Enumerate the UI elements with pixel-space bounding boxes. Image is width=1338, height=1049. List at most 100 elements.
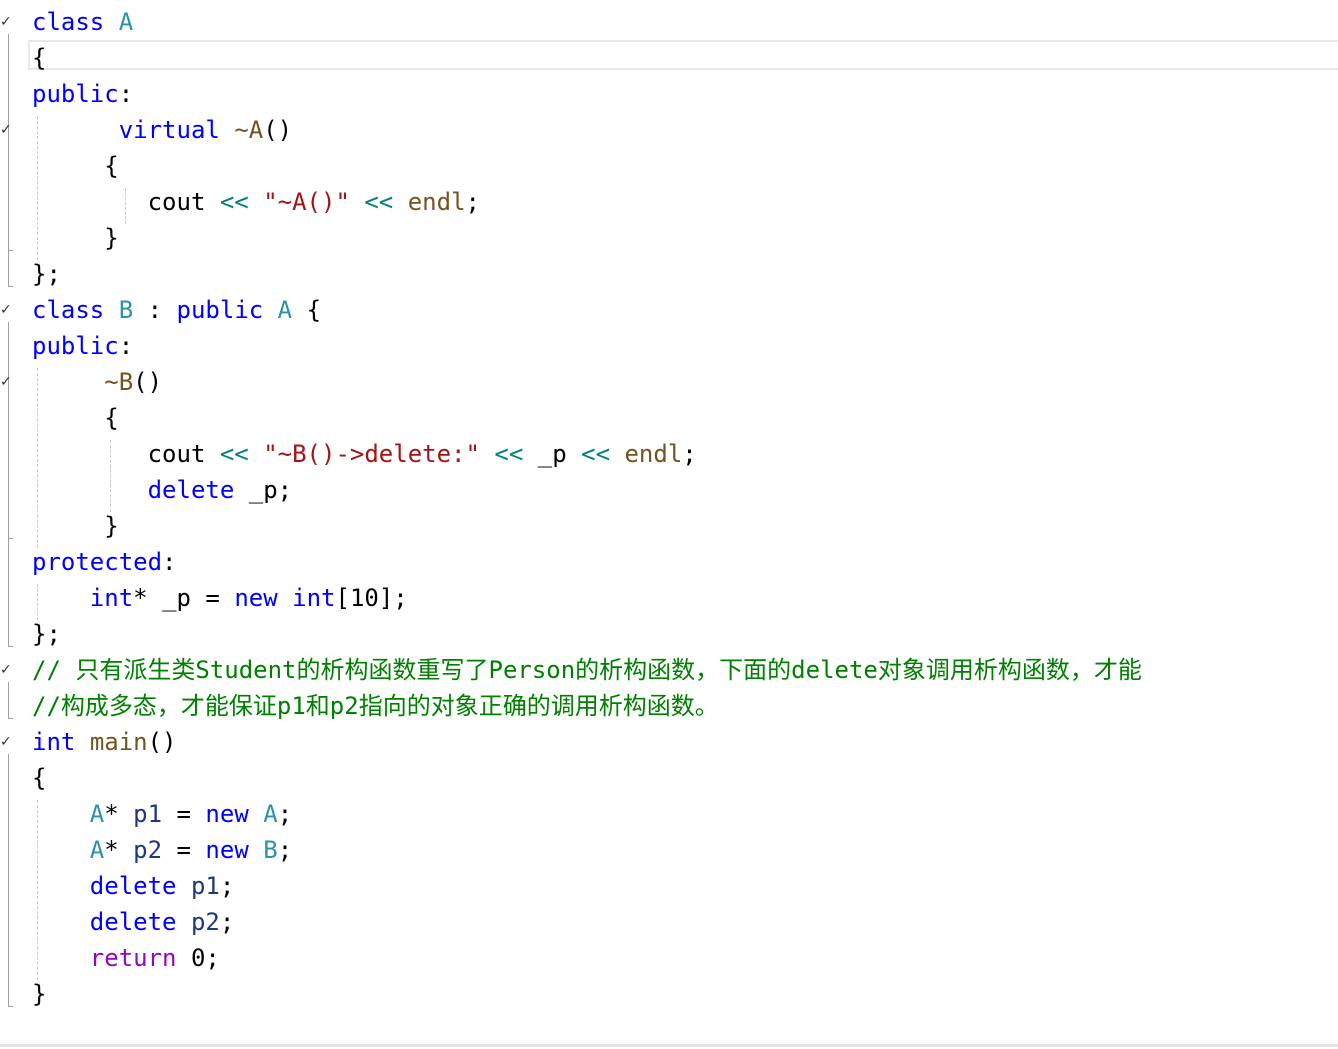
code-token: p1 xyxy=(190,872,220,900)
code-line-22[interactable]: { xyxy=(32,760,46,796)
code-token: cout xyxy=(147,188,206,216)
code-token: ~A xyxy=(234,116,264,144)
code-token: << xyxy=(364,188,394,216)
code-token: new xyxy=(234,584,278,612)
code-line-18[interactable]: }; xyxy=(32,616,61,652)
collapse-chevron-icon[interactable]: ✓ xyxy=(0,15,12,29)
current-line-highlight xyxy=(28,40,1338,70)
code-token: : xyxy=(162,548,177,576)
code-token: () xyxy=(133,368,163,396)
code-line-24[interactable]: A* p2 = new B; xyxy=(32,832,292,868)
code-token: } xyxy=(32,980,47,1008)
code-token: new xyxy=(205,836,249,864)
code-line-1[interactable]: class A xyxy=(32,4,133,40)
code-token: ; xyxy=(465,188,480,216)
code-line-19[interactable]: // 只有派生类Student的析构函数重写了Person的析构函数，下面的de… xyxy=(32,652,1142,688)
code-line-12[interactable]: { xyxy=(32,400,119,436)
code-token: public xyxy=(32,80,119,108)
code-line-14[interactable]: delete _p; xyxy=(32,472,293,508)
code-line-11[interactable]: ~B() xyxy=(32,364,162,400)
collapse-chevron-icon[interactable]: ✓ xyxy=(0,375,12,389)
code-token: public xyxy=(32,332,119,360)
code-line-2[interactable]: { xyxy=(32,40,46,76)
code-token: * xyxy=(104,836,134,864)
code-line-4[interactable]: virtual ~A() xyxy=(32,112,292,148)
code-token: "~B()->delete:" xyxy=(263,440,480,468)
collapse-chevron-icon[interactable]: ✓ xyxy=(0,735,12,749)
code-line-6[interactable]: cout << "~A()" << endl; xyxy=(32,184,480,220)
code-token: p2 xyxy=(190,908,220,936)
code-editor[interactable]: ✓ ✓ ✓ ✓ ✓ ✓ class A{public: virtual ~A() { co… xyxy=(0,0,1338,1049)
horizontal-scrollbar-track[interactable] xyxy=(0,1044,1338,1047)
code-token: p1 xyxy=(133,800,163,828)
code-token: B xyxy=(263,836,278,864)
code-token: int xyxy=(89,584,134,612)
code-line-13[interactable]: cout << "~B()->delete:" << _p << endl; xyxy=(32,436,697,472)
code-line-10[interactable]: public: xyxy=(32,328,133,364)
code-line-23[interactable]: A* p1 = new A; xyxy=(32,796,292,832)
code-token: * xyxy=(133,584,163,612)
code-line-17[interactable]: int* _p = new int[10]; xyxy=(32,580,408,616)
code-line-16[interactable]: protected: xyxy=(32,544,177,580)
code-line-27[interactable]: return 0; xyxy=(32,940,220,976)
code-token: A xyxy=(89,836,105,864)
code-token: () xyxy=(263,116,293,144)
code-token: ; xyxy=(277,476,293,504)
fold-region-line xyxy=(8,142,9,250)
code-token: { xyxy=(292,296,322,324)
code-line-3[interactable]: public: xyxy=(32,76,133,112)
code-token: class xyxy=(32,8,105,36)
collapse-chevron-icon[interactable]: ✓ xyxy=(0,303,12,317)
code-line-21[interactable]: int main() xyxy=(32,724,177,760)
code-line-25[interactable]: delete p1; xyxy=(32,868,235,904)
code-token: endl xyxy=(407,188,466,216)
code-token: protected xyxy=(32,548,163,576)
code-token: ; xyxy=(219,908,235,936)
code-token: ; xyxy=(277,836,293,864)
code-line-7[interactable]: } xyxy=(32,220,119,256)
code-token: int xyxy=(32,728,76,756)
collapse-chevron-icon[interactable]: ✓ xyxy=(0,123,12,137)
code-token: cout xyxy=(147,440,206,468)
code-line-5[interactable]: { xyxy=(32,148,118,184)
code-token: << xyxy=(219,440,249,468)
code-token: ; xyxy=(277,800,293,828)
fold-region-end xyxy=(8,718,13,719)
fold-region-line xyxy=(8,682,9,718)
collapse-chevron-icon[interactable]: ✓ xyxy=(0,663,12,677)
code-token: { xyxy=(104,404,119,432)
code-line-9[interactable]: class B : public A { xyxy=(32,292,321,328)
code-token: class xyxy=(32,296,105,324)
code-token: public xyxy=(176,296,264,324)
code-token: } xyxy=(104,512,119,540)
code-token: _p xyxy=(537,440,567,468)
code-line-15[interactable]: } xyxy=(32,508,119,544)
code-token: << xyxy=(219,188,249,216)
code-token: _p xyxy=(248,476,278,504)
code-line-28[interactable]: } xyxy=(32,976,46,1012)
code-token: virtual xyxy=(118,116,220,144)
code-line-20[interactable]: //构成多态，才能保证p1和p2指向的对象正确的调用析构函数。 xyxy=(32,688,719,724)
code-line-8[interactable]: }; xyxy=(32,256,61,292)
code-line-26[interactable]: delete p2; xyxy=(32,904,235,940)
code-token: [10]; xyxy=(335,584,408,612)
code-token: } xyxy=(104,224,119,252)
code-token: main xyxy=(89,728,148,756)
code-token: "~A()" xyxy=(263,188,350,216)
